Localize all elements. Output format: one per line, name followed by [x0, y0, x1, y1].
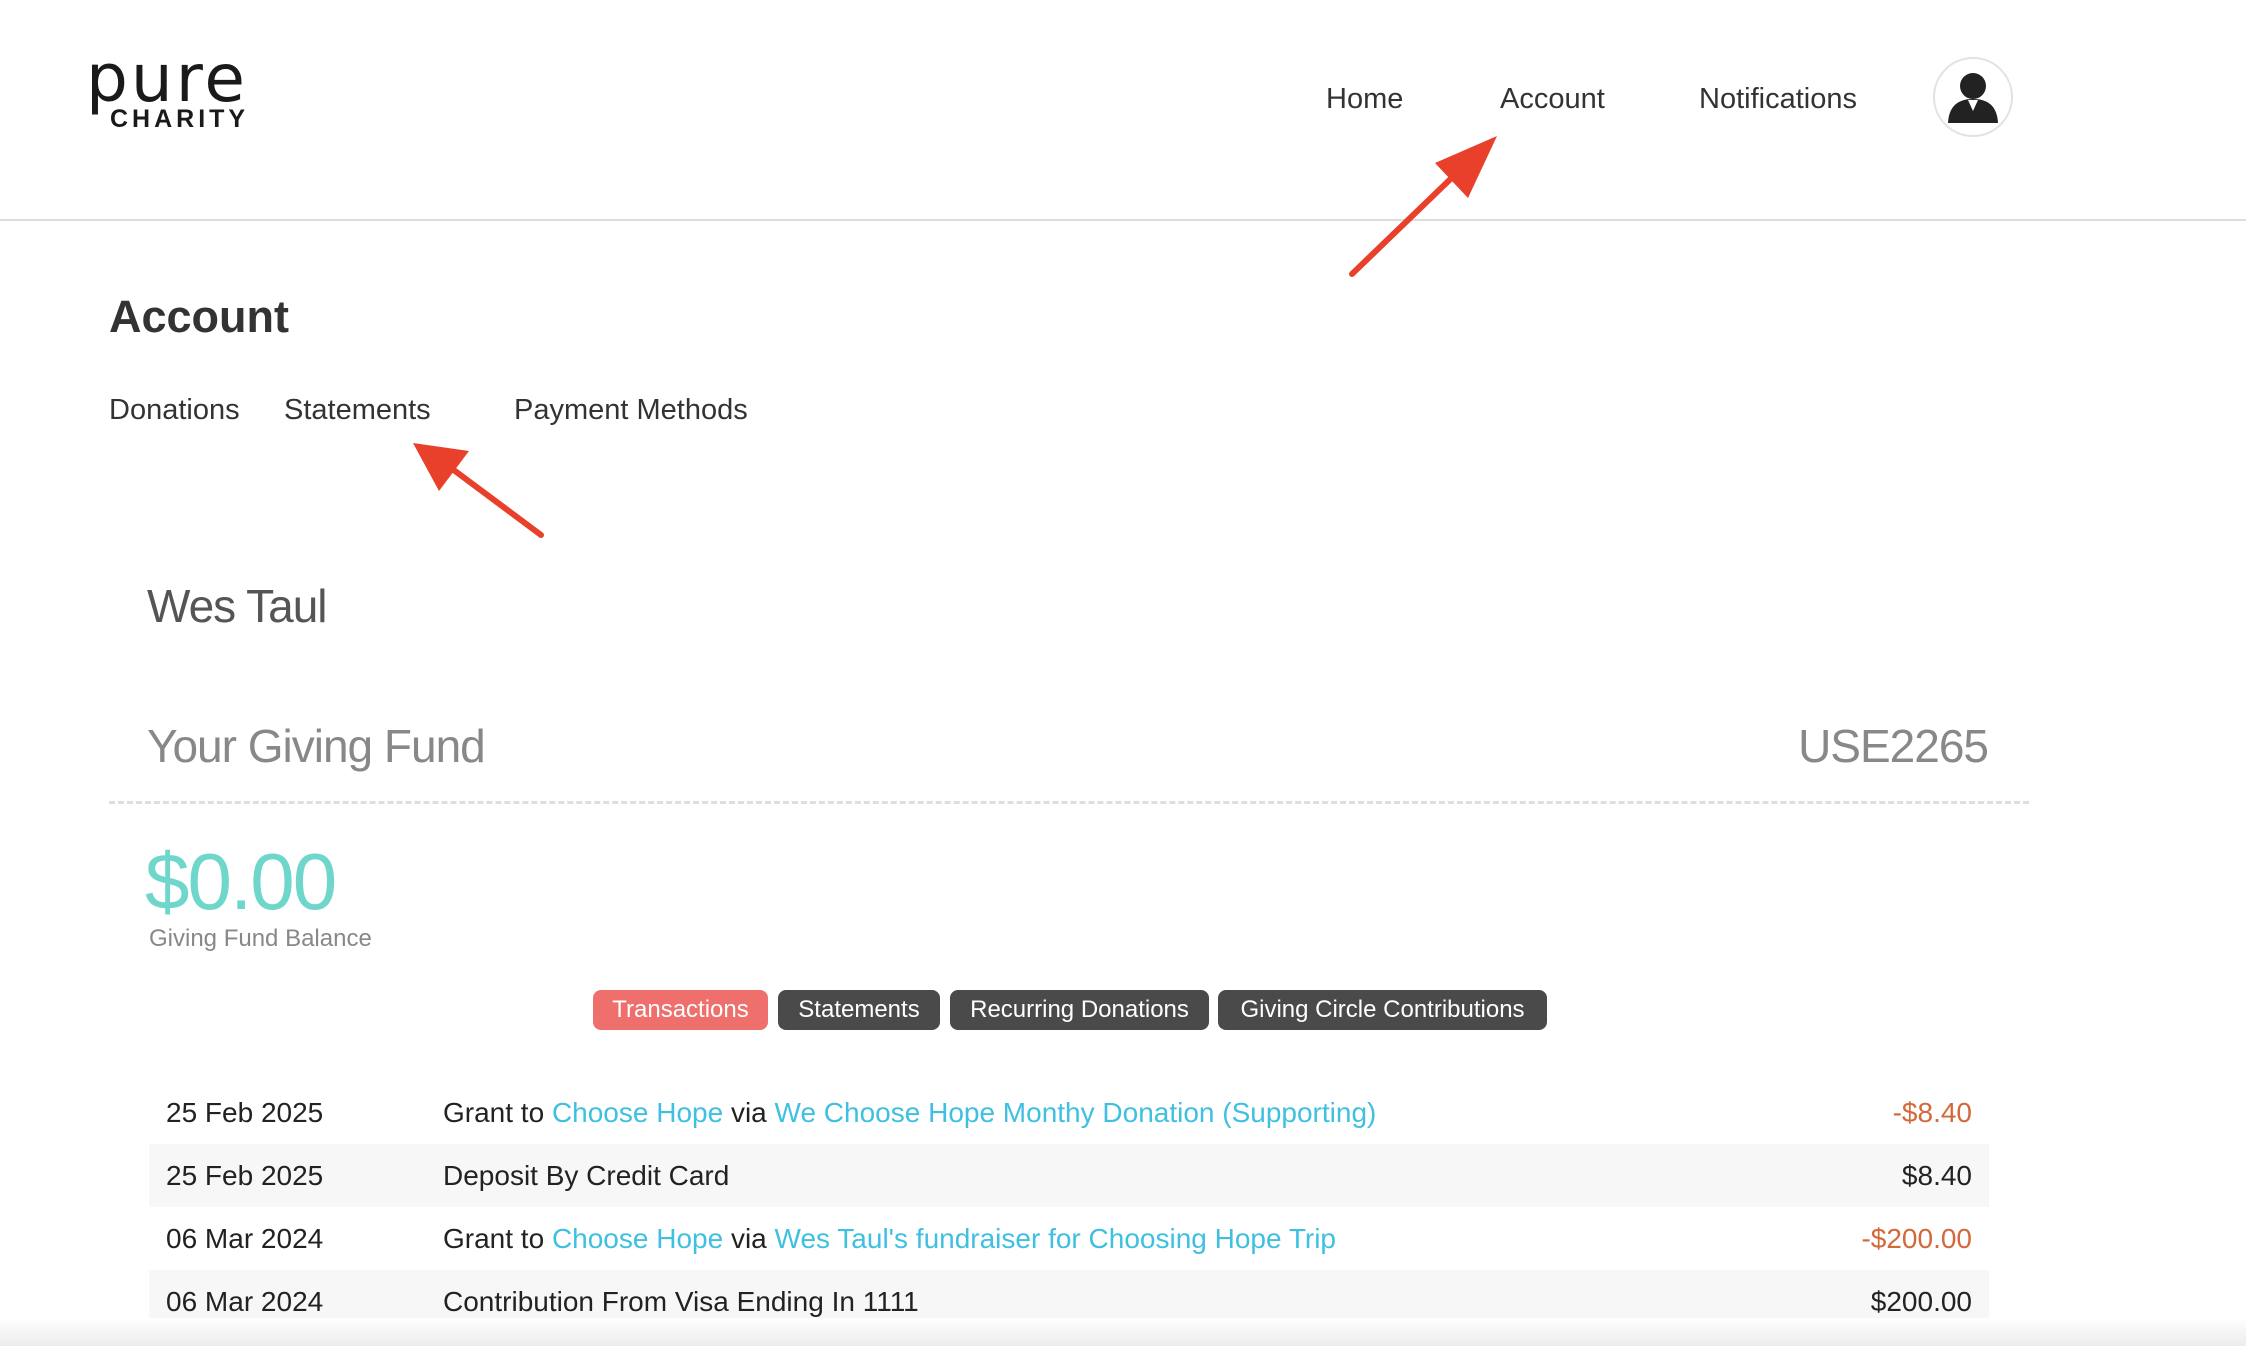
transaction-prefix: Grant to: [443, 1223, 552, 1254]
transaction-via: via: [723, 1097, 775, 1128]
transaction-date: 25 Feb 2025: [166, 1097, 324, 1128]
fundraiser-link[interactable]: We Choose Hope Monthy Donation (Supporti…: [775, 1097, 1377, 1128]
transaction-amount: -$200.00: [1861, 1223, 1972, 1254]
fund-divider: [109, 801, 2029, 804]
tab-recurring-donations[interactable]: Recurring Donations: [950, 990, 1209, 1030]
transaction-amount: $8.40: [1901, 1160, 1972, 1191]
site-header: pure CHARITY Home Account Notifications: [0, 0, 2246, 221]
logo-text-pure: pure: [86, 40, 249, 117]
giving-fund-label: Your Giving Fund: [147, 720, 486, 772]
annotation-arrow-statements: [413, 443, 544, 538]
annotation-arrow-account: [1349, 136, 1497, 277]
nav-notifications[interactable]: Notifications: [1699, 80, 1857, 118]
transaction-via: via: [723, 1223, 775, 1254]
transaction-amount: -$8.40: [1892, 1097, 1972, 1128]
transaction-date: 06 Mar 2024: [166, 1223, 324, 1254]
logo-text-charity: CHARITY: [110, 105, 250, 133]
pure-charity-logo[interactable]: pure CHARITY: [86, 46, 245, 136]
page-title: Account: [109, 291, 289, 342]
tab-transactions[interactable]: Transactions: [593, 990, 768, 1030]
transaction-date: 25 Feb 2025: [166, 1160, 324, 1191]
tab-giving-circle-contributions[interactable]: Giving Circle Contributions: [1218, 990, 1547, 1030]
transaction-description: Deposit By Credit Card: [443, 1160, 730, 1191]
table-row: 25 Feb 2025 Grant to Choose Hope via We …: [149, 1081, 1989, 1144]
nav-account[interactable]: Account: [1500, 80, 1605, 118]
subnav-payment-methods[interactable]: Payment Methods: [514, 391, 748, 429]
nav-home[interactable]: Home: [1326, 80, 1403, 118]
charity-link[interactable]: Choose Hope: [552, 1097, 723, 1128]
user-name: Wes Taul: [147, 580, 328, 632]
transaction-description: Grant to Choose Hope via Wes Taul's fund…: [443, 1207, 1336, 1270]
subnav-donations[interactable]: Donations: [109, 391, 240, 429]
bottom-fade: [0, 1318, 2246, 1346]
fundraiser-link[interactable]: Wes Taul's fundraiser for Choosing Hope …: [775, 1223, 1336, 1254]
giving-fund-balance-label: Giving Fund Balance: [149, 925, 372, 952]
giving-fund-id: USE2265: [1798, 720, 1989, 772]
subnav-statements[interactable]: Statements: [284, 391, 431, 429]
user-avatar-icon[interactable]: [1933, 57, 2013, 137]
transaction-prefix: Grant to: [443, 1097, 552, 1128]
transaction-description: Grant to Choose Hope via We Choose Hope …: [443, 1081, 1376, 1144]
tab-statements[interactable]: Statements: [778, 990, 940, 1030]
charity-link[interactable]: Choose Hope: [552, 1223, 723, 1254]
table-row: 25 Feb 2025 Deposit By Credit Card $8.40: [149, 1144, 1989, 1207]
giving-fund-balance: $0.00: [145, 837, 337, 926]
table-row: 06 Mar 2024 Grant to Choose Hope via Wes…: [149, 1207, 1989, 1270]
